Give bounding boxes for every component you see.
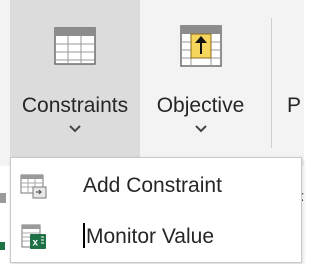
svg-text:x: x [33,238,39,249]
objective-label: Objective [156,94,245,117]
monitor-value-label: Monitor Value [83,222,214,252]
add-constraint-icon [20,174,47,199]
ribbon: Constraints Objective P [0,0,304,166]
chevron-down-icon [194,125,207,133]
constraints-dropdown-menu: Add Constraint x Monitor Value [10,157,302,263]
monitor-value-text: Monitor Value [86,225,215,248]
constraints-label: Constraints [21,94,129,117]
table-grid-icon [54,27,96,65]
chevron-down-icon [69,125,81,133]
menu-item-monitor-value[interactable]: x Monitor Value [11,213,301,261]
monitor-value-icon: x [21,224,46,249]
constraints-button[interactable]: Constraints [10,0,140,166]
partial-ribbon-button-label[interactable]: P [287,91,301,121]
add-constraint-label: Add Constraint [83,174,222,197]
text-cursor [83,223,85,248]
objective-button[interactable]: Objective [140,0,261,166]
objective-arrow-icon [179,25,222,67]
ribbon-divider [271,18,272,148]
menu-item-add-constraint[interactable]: Add Constraint [11,162,301,210]
